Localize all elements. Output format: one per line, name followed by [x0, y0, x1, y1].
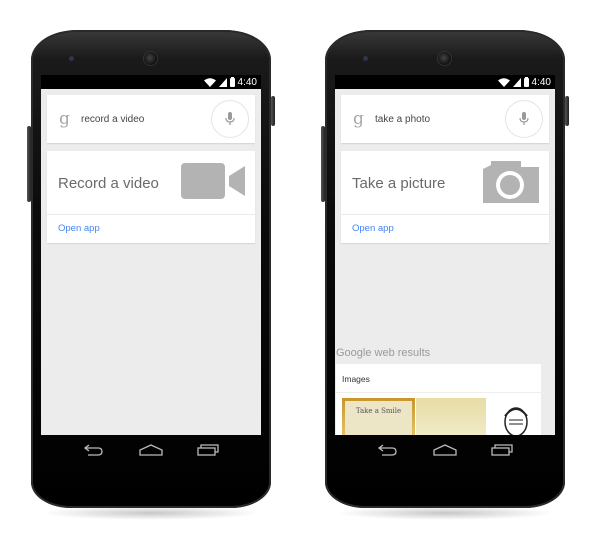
nav-bar — [335, 435, 555, 465]
phone-shadow — [41, 506, 261, 520]
photo-camera-icon — [483, 161, 539, 203]
open-app-link[interactable]: Open app — [352, 223, 394, 234]
back-button[interactable] — [375, 442, 401, 458]
home-button[interactable] — [432, 442, 458, 458]
phone-shadow — [335, 506, 555, 520]
action-card: Take a picture Open app — [341, 151, 549, 243]
search-bar[interactable]: g take a photo — [341, 95, 549, 143]
proximity-sensor — [69, 56, 74, 61]
image-thumbnail[interactable] — [496, 398, 536, 435]
home-icon — [139, 444, 163, 456]
action-title: Record a video — [58, 175, 159, 192]
search-query[interactable]: record a video — [81, 114, 211, 125]
status-time: 4:40 — [237, 76, 257, 88]
volume-button — [321, 126, 325, 202]
voice-search-button[interactable] — [505, 100, 543, 138]
power-button — [565, 96, 569, 126]
video-camera-icon — [181, 163, 245, 199]
action-card: Record a video Open app — [47, 151, 255, 243]
screen: 4:40 g take a photo Take a picture Open … — [335, 75, 555, 435]
search-bar[interactable]: g record a video — [47, 95, 255, 143]
thumbnail-caption: Take a Smile — [345, 401, 412, 435]
status-bar: 4:40 — [335, 75, 555, 89]
wifi-icon — [203, 77, 216, 87]
proximity-sensor — [363, 56, 368, 61]
signal-icon — [512, 77, 521, 87]
microphone-icon — [519, 112, 529, 125]
battery-icon — [523, 76, 529, 87]
image-thumbnail[interactable]: Take a Smile — [342, 398, 415, 435]
status-time: 4:40 — [531, 76, 551, 88]
divider — [336, 392, 541, 393]
recents-icon — [197, 444, 219, 456]
back-icon — [377, 444, 397, 456]
volume-button — [27, 126, 31, 202]
web-results-heading: Google web results — [336, 347, 431, 359]
google-g-icon: g — [59, 109, 70, 129]
images-label[interactable]: Images — [342, 374, 370, 384]
signal-icon — [218, 77, 227, 87]
wifi-icon — [497, 77, 510, 87]
screen: 4:40 g record a video Record a video Ope… — [41, 75, 261, 435]
google-g-icon: g — [353, 109, 364, 129]
divider — [47, 214, 255, 215]
recents-button[interactable] — [195, 442, 221, 458]
image-thumbnail[interactable] — [416, 398, 486, 435]
nav-bar — [41, 435, 261, 465]
search-query[interactable]: take a photo — [375, 114, 505, 125]
back-button[interactable] — [81, 442, 107, 458]
divider — [341, 214, 549, 215]
microphone-icon — [225, 112, 235, 125]
recents-button[interactable] — [489, 442, 515, 458]
front-camera — [438, 52, 451, 65]
action-title: Take a picture — [352, 175, 446, 192]
images-result-card[interactable]: Images Take a Smile — [336, 364, 541, 435]
phone-right: 4:40 g take a photo Take a picture Open … — [321, 30, 569, 508]
front-camera — [144, 52, 157, 65]
status-bar: 4:40 — [41, 75, 261, 89]
recents-icon — [491, 444, 513, 456]
home-icon — [433, 444, 457, 456]
back-icon — [83, 444, 103, 456]
voice-search-button[interactable] — [211, 100, 249, 138]
open-app-link[interactable]: Open app — [58, 223, 100, 234]
home-button[interactable] — [138, 442, 164, 458]
battery-icon — [229, 76, 235, 87]
power-button — [271, 96, 275, 126]
phone-left: 4:40 g record a video Record a video Ope… — [27, 30, 275, 508]
